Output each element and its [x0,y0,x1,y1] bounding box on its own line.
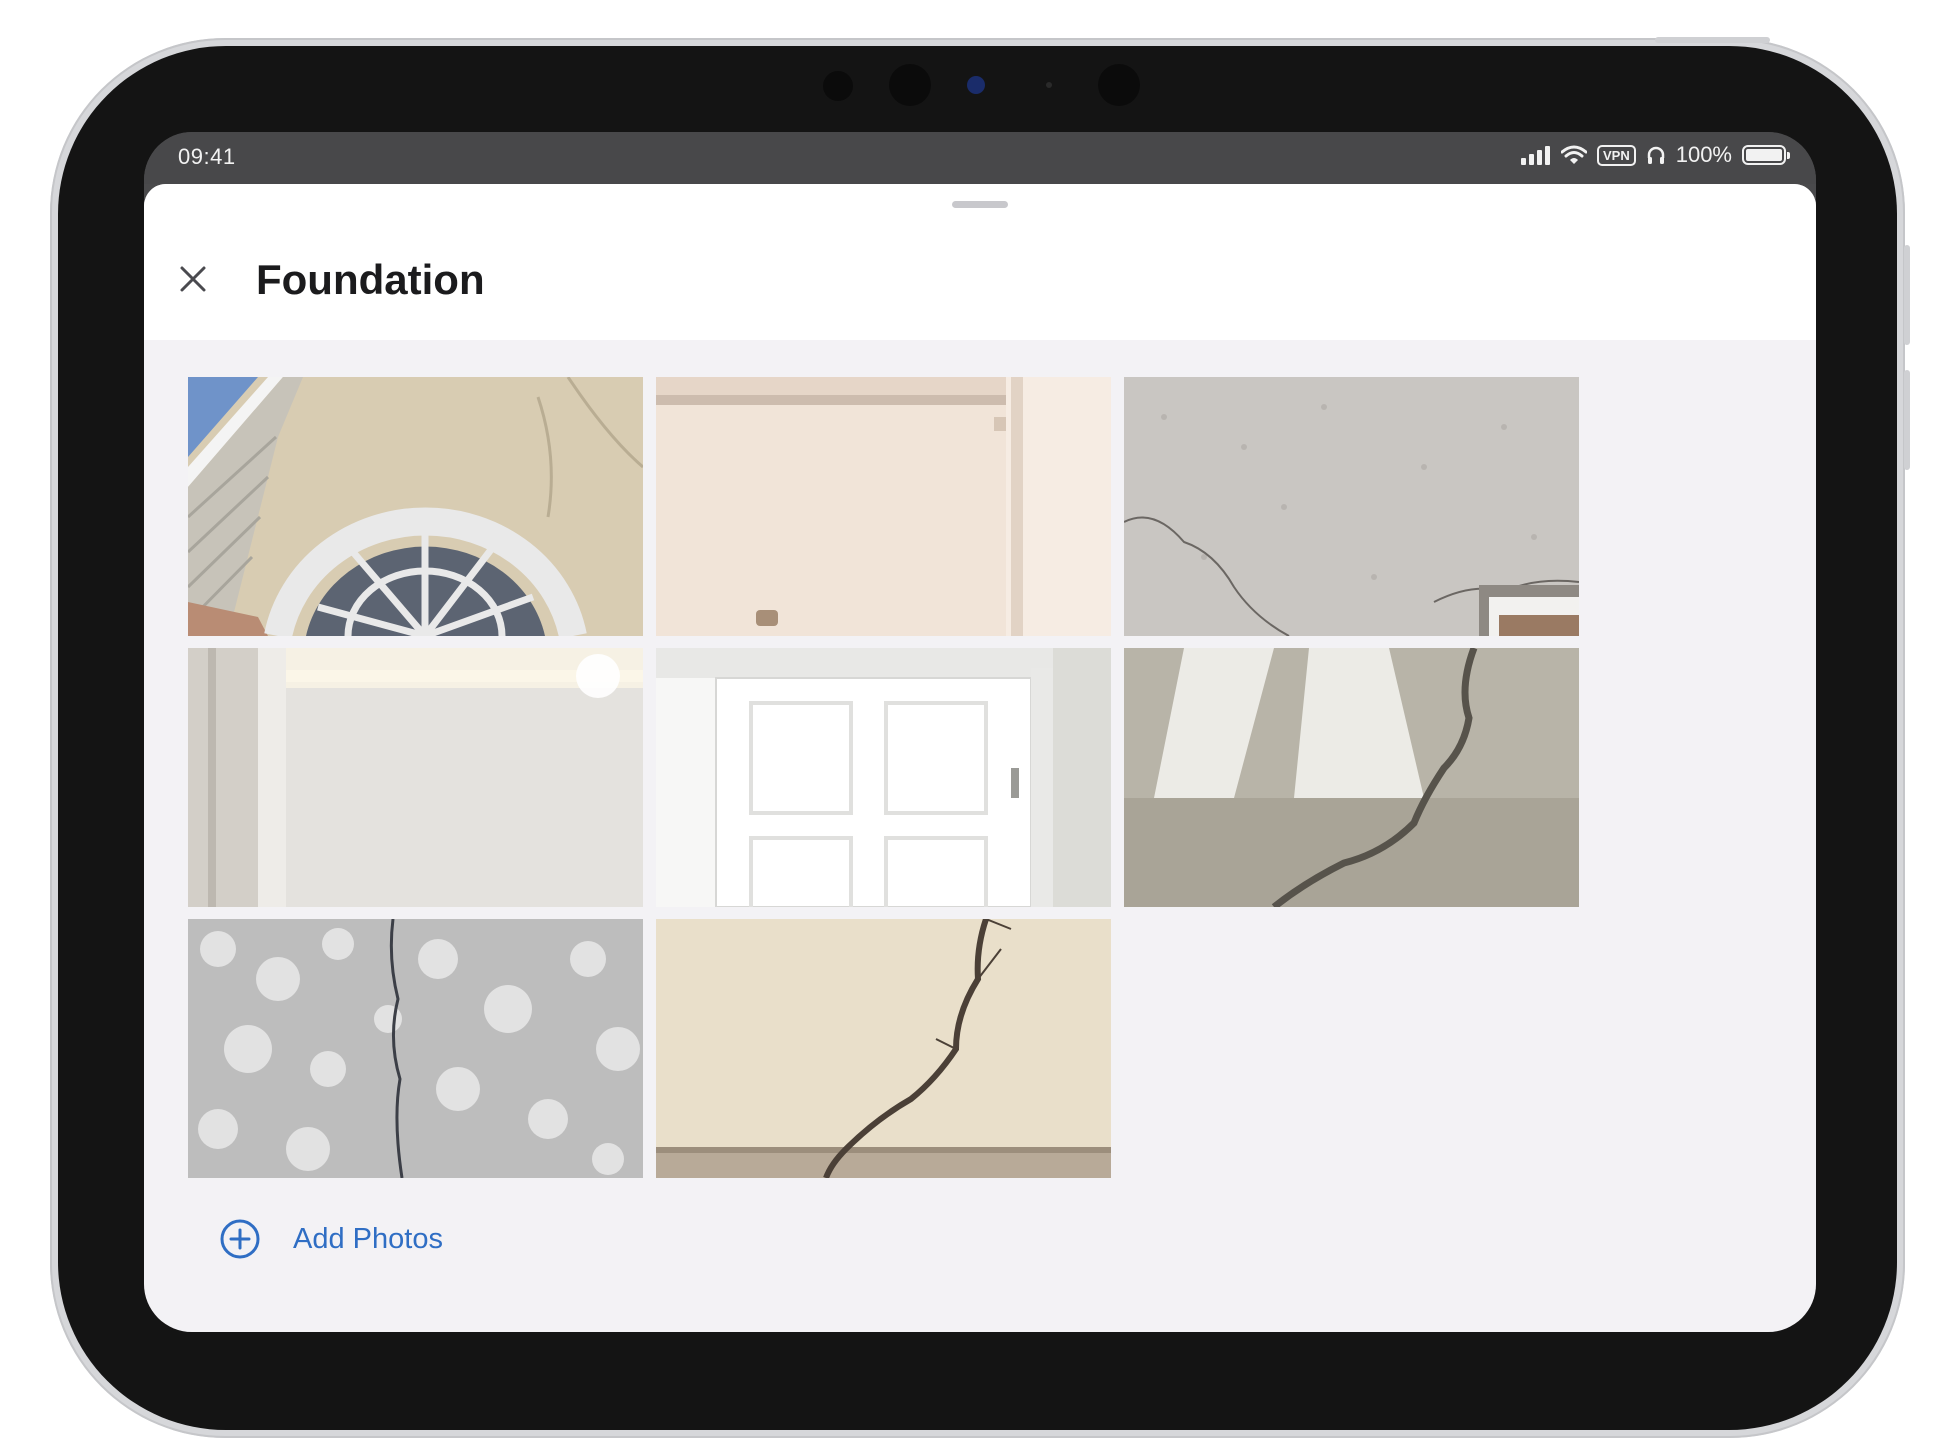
device-top-button [1655,37,1770,43]
battery-percent: 100% [1675,142,1732,167]
battery-icon [1742,145,1790,165]
status-indicators: VPN 100% [1520,142,1790,168]
photo-thumbnail[interactable] [656,377,1111,636]
drywall-crack-photo [656,919,1111,1178]
sensor-dot [1098,64,1140,106]
device-volume-down-button [1904,370,1910,470]
status-bar: 09:41 VPN 100% [144,132,1816,184]
wall-panel-photo [188,648,643,907]
add-photos-button[interactable]: Add Photos [219,1218,443,1260]
status-time: 09:41 [178,144,236,169]
device-screen: 09:41 VPN 100% Foundation Add Photos [144,132,1816,1332]
photo-sheet: Foundation Add Photos [144,184,1816,1332]
photo-thumbnail[interactable] [1124,648,1579,907]
sensor-dot [889,64,931,106]
concrete-crack-photo [1124,648,1579,907]
sheet-header: Foundation [144,184,1816,340]
house-gable-photo [188,377,643,636]
photo-thumbnail[interactable] [188,648,643,907]
photo-thumbnail[interactable] [188,377,643,636]
vpn-icon: VPN [1596,144,1636,166]
photo-thumbnail[interactable] [656,919,1111,1178]
door-photo [656,648,1111,907]
textured-wall-crack-photo [188,919,643,1178]
photo-grid [188,377,1579,1178]
sheet-title: Foundation [256,256,485,303]
add-photos-label: Add Photos [293,1222,443,1255]
headphones-icon [1647,146,1664,164]
sensor-dot [1046,82,1052,88]
sheet-grabber[interactable] [952,201,1008,208]
sensor-dot [823,71,853,101]
camera-lens-icon [967,76,985,94]
close-button[interactable] [178,264,208,294]
cellular-signal-icon [1520,146,1550,165]
close-icon [180,266,206,292]
stucco-crack-photo [1124,377,1579,636]
device-volume-up-button [1904,245,1910,345]
photo-thumbnail[interactable] [188,919,643,1178]
photo-thumbnail[interactable] [656,648,1111,907]
wifi-icon [1560,145,1587,164]
interior-wall-photo [656,377,1111,636]
add-circle-icon [220,1219,260,1259]
photo-thumbnail[interactable] [1124,377,1579,636]
